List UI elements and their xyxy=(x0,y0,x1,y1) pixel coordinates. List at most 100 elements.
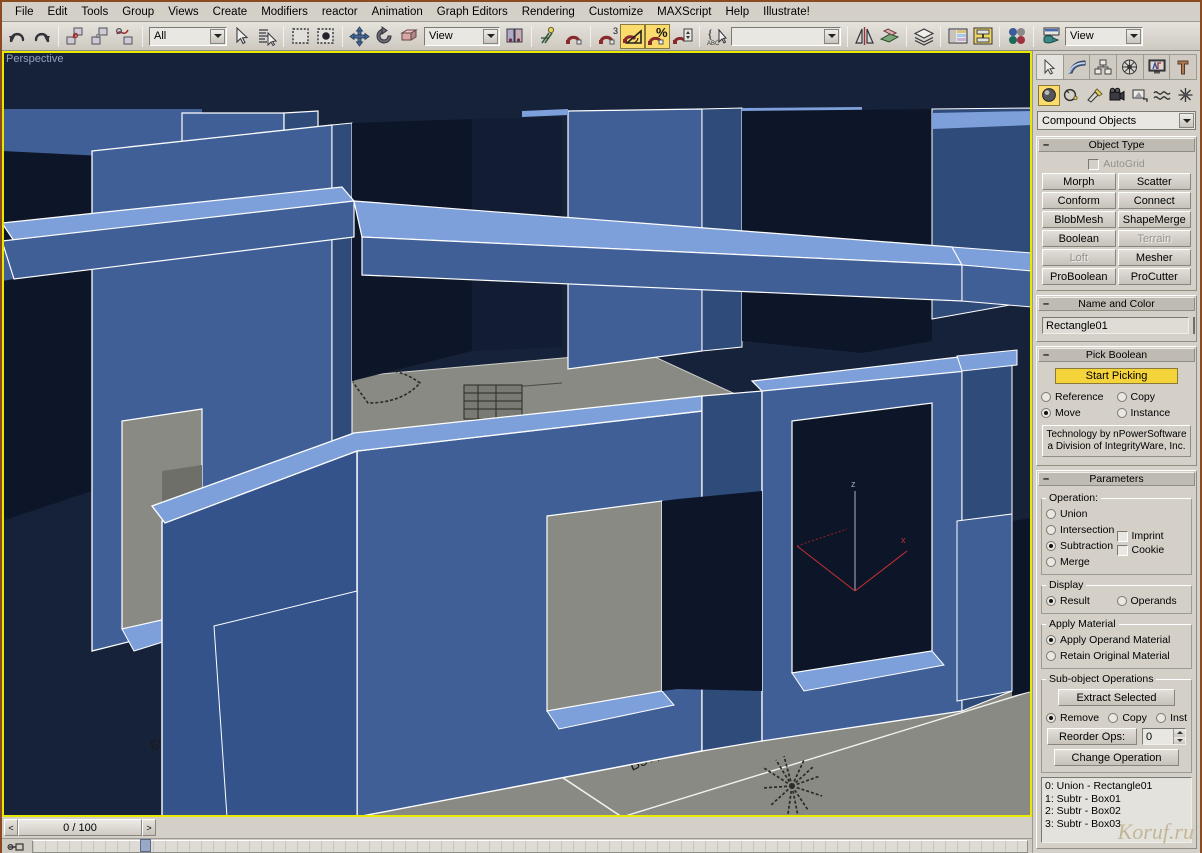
rollout-header-pick-boolean[interactable]: – Pick Boolean xyxy=(1038,348,1195,362)
menu-item-group[interactable]: Group xyxy=(115,3,161,21)
redo-icon[interactable] xyxy=(29,24,54,49)
window-crossing-icon[interactable] xyxy=(313,24,338,49)
select-and-scale-icon[interactable] xyxy=(397,24,422,49)
object-type-proboolean-button[interactable]: ProBoolean xyxy=(1042,268,1116,285)
copy-radio[interactable] xyxy=(1116,392,1127,402)
menu-item-modifiers[interactable]: Modifiers xyxy=(254,3,315,21)
material-editor-icon[interactable] xyxy=(1004,24,1029,49)
menu-item-maxscript[interactable]: MAXScript xyxy=(650,3,718,21)
tab-hierarchy[interactable] xyxy=(1090,55,1118,79)
tab-utilities[interactable] xyxy=(1170,55,1196,79)
pick-option-reference[interactable]: Reference xyxy=(1041,389,1117,405)
bind-to-space-warp-icon[interactable] xyxy=(113,24,138,49)
object-type-mesher-button[interactable]: Mesher xyxy=(1117,249,1191,266)
operation-merge[interactable]: Merge xyxy=(1046,554,1117,570)
union-radio[interactable] xyxy=(1046,509,1056,519)
imprint-checkbox[interactable] xyxy=(1116,530,1128,542)
object-type-morph-button[interactable]: Morph xyxy=(1042,173,1116,190)
tab-modify[interactable] xyxy=(1064,55,1091,79)
time-slider-track[interactable] xyxy=(156,819,1030,836)
next-frame-button[interactable]: > xyxy=(142,819,156,836)
display-result[interactable]: Result xyxy=(1046,593,1117,609)
subtab-lights[interactable] xyxy=(1083,85,1105,106)
named-selection-sets-icon[interactable]: { } ABC xyxy=(704,24,729,49)
snaps-toggle-icon[interactable]: 3 xyxy=(595,24,620,49)
chevron-down-icon[interactable] xyxy=(210,28,225,44)
apply-operand-material[interactable]: Apply Operand Material xyxy=(1046,632,1187,648)
object-color-swatch[interactable] xyxy=(1193,317,1195,334)
operand-list[interactable]: 0: Union - Rectangle01 1: Subtr - Box01 … xyxy=(1041,777,1192,843)
sub-object-remove[interactable]: Remove xyxy=(1046,710,1099,726)
rollout-collapse-icon[interactable]: – xyxy=(1043,140,1049,151)
menu-item-customize[interactable]: Customize xyxy=(582,3,650,21)
unlink-selection-icon[interactable] xyxy=(88,24,113,49)
render-type-combo[interactable]: View xyxy=(1065,26,1143,46)
chevron-down-icon[interactable] xyxy=(483,28,498,44)
rectangular-selection-region-icon[interactable] xyxy=(288,24,313,49)
tab-motion[interactable] xyxy=(1117,55,1144,79)
subtab-space-warps[interactable] xyxy=(1152,85,1174,106)
object-type-boolean-button[interactable]: Boolean xyxy=(1042,230,1116,247)
angle-snap-toggle-icon[interactable] xyxy=(620,23,645,49)
subtab-geometry[interactable] xyxy=(1038,84,1060,106)
object-category-combo[interactable]: Compound Objects xyxy=(1037,111,1196,130)
menu-item-views[interactable]: Views xyxy=(161,3,205,21)
spinner-arrows[interactable] xyxy=(1173,729,1185,744)
select-and-rotate-icon[interactable] xyxy=(372,24,397,49)
prev-frame-button[interactable]: < xyxy=(4,819,18,836)
pick-option-instance[interactable]: Instance xyxy=(1116,405,1193,421)
sub-object-inst[interactable]: Inst xyxy=(1156,710,1187,726)
remove-radio[interactable] xyxy=(1046,713,1056,723)
spinner-snap-toggle-icon[interactable] xyxy=(670,24,695,49)
named-selection-set-combo[interactable] xyxy=(731,26,841,46)
undo-icon[interactable] xyxy=(4,24,29,49)
subtab-cameras[interactable] xyxy=(1106,85,1128,106)
operands-radio[interactable] xyxy=(1116,596,1127,606)
operand-list-item[interactable]: 1: Subtr - Box01 xyxy=(1045,793,1188,806)
keyboard-shortcut-override-icon[interactable] xyxy=(561,24,586,49)
object-type-scatter-button[interactable]: Scatter xyxy=(1117,173,1191,190)
use-pivot-point-center-icon[interactable] xyxy=(502,24,527,49)
menu-item-edit[interactable]: Edit xyxy=(41,3,75,21)
rollout-header-object-type[interactable]: – Object Type xyxy=(1038,138,1195,152)
retain-original-material-radio[interactable] xyxy=(1046,651,1056,661)
schematic-view-icon[interactable] xyxy=(970,24,995,49)
cookie-checkbox[interactable] xyxy=(1116,544,1128,556)
intersection-radio[interactable] xyxy=(1046,525,1056,535)
menu-item-file[interactable]: File xyxy=(8,3,41,21)
autogrid-row[interactable]: AutoGrid xyxy=(1041,158,1192,170)
menu-item-illustrate[interactable]: Illustrate! xyxy=(756,3,817,21)
select-and-link-icon[interactable] xyxy=(63,24,88,49)
change-operation-button[interactable]: Change Operation xyxy=(1054,749,1179,766)
menu-item-reactor[interactable]: reactor xyxy=(315,3,365,21)
inst-radio[interactable] xyxy=(1156,713,1167,723)
select-object-icon[interactable] xyxy=(229,24,254,49)
menu-item-animation[interactable]: Animation xyxy=(365,3,430,21)
apply-operand-material-radio[interactable] xyxy=(1046,635,1056,645)
operation-subtraction[interactable]: Subtraction xyxy=(1046,538,1117,554)
reorder-ops-spinner[interactable] xyxy=(1142,728,1186,745)
subtraction-radio[interactable] xyxy=(1046,541,1056,551)
spinner-down-icon[interactable] xyxy=(1174,736,1185,744)
display-operands[interactable]: Operands xyxy=(1116,593,1188,609)
operand-list-item[interactable]: 3: Subtr - Box03 xyxy=(1045,818,1188,831)
select-and-manipulate-icon[interactable] xyxy=(536,24,561,49)
operand-list-item[interactable]: 2: Subtr - Box02 xyxy=(1045,805,1188,818)
object-name-input[interactable] xyxy=(1042,317,1189,334)
menu-item-create[interactable]: Create xyxy=(206,3,255,21)
chevron-down-icon[interactable] xyxy=(1126,28,1141,44)
move-radio[interactable] xyxy=(1041,408,1051,418)
copy-op-radio[interactable] xyxy=(1108,713,1119,723)
sub-object-copy[interactable]: Copy xyxy=(1108,710,1147,726)
selection-filter-combo[interactable]: All xyxy=(149,26,227,46)
mirror-icon[interactable] xyxy=(852,24,877,49)
rollout-collapse-icon[interactable]: – xyxy=(1043,299,1049,310)
chevron-down-icon[interactable] xyxy=(1179,113,1194,128)
subtab-shapes[interactable] xyxy=(1061,85,1083,106)
reorder-ops-input[interactable] xyxy=(1143,729,1173,744)
menu-item-rendering[interactable]: Rendering xyxy=(515,3,582,21)
chevron-down-icon[interactable] xyxy=(824,28,839,44)
tab-display[interactable] xyxy=(1144,55,1171,79)
select-and-move-icon[interactable] xyxy=(347,24,372,49)
subtab-systems[interactable] xyxy=(1174,85,1196,106)
